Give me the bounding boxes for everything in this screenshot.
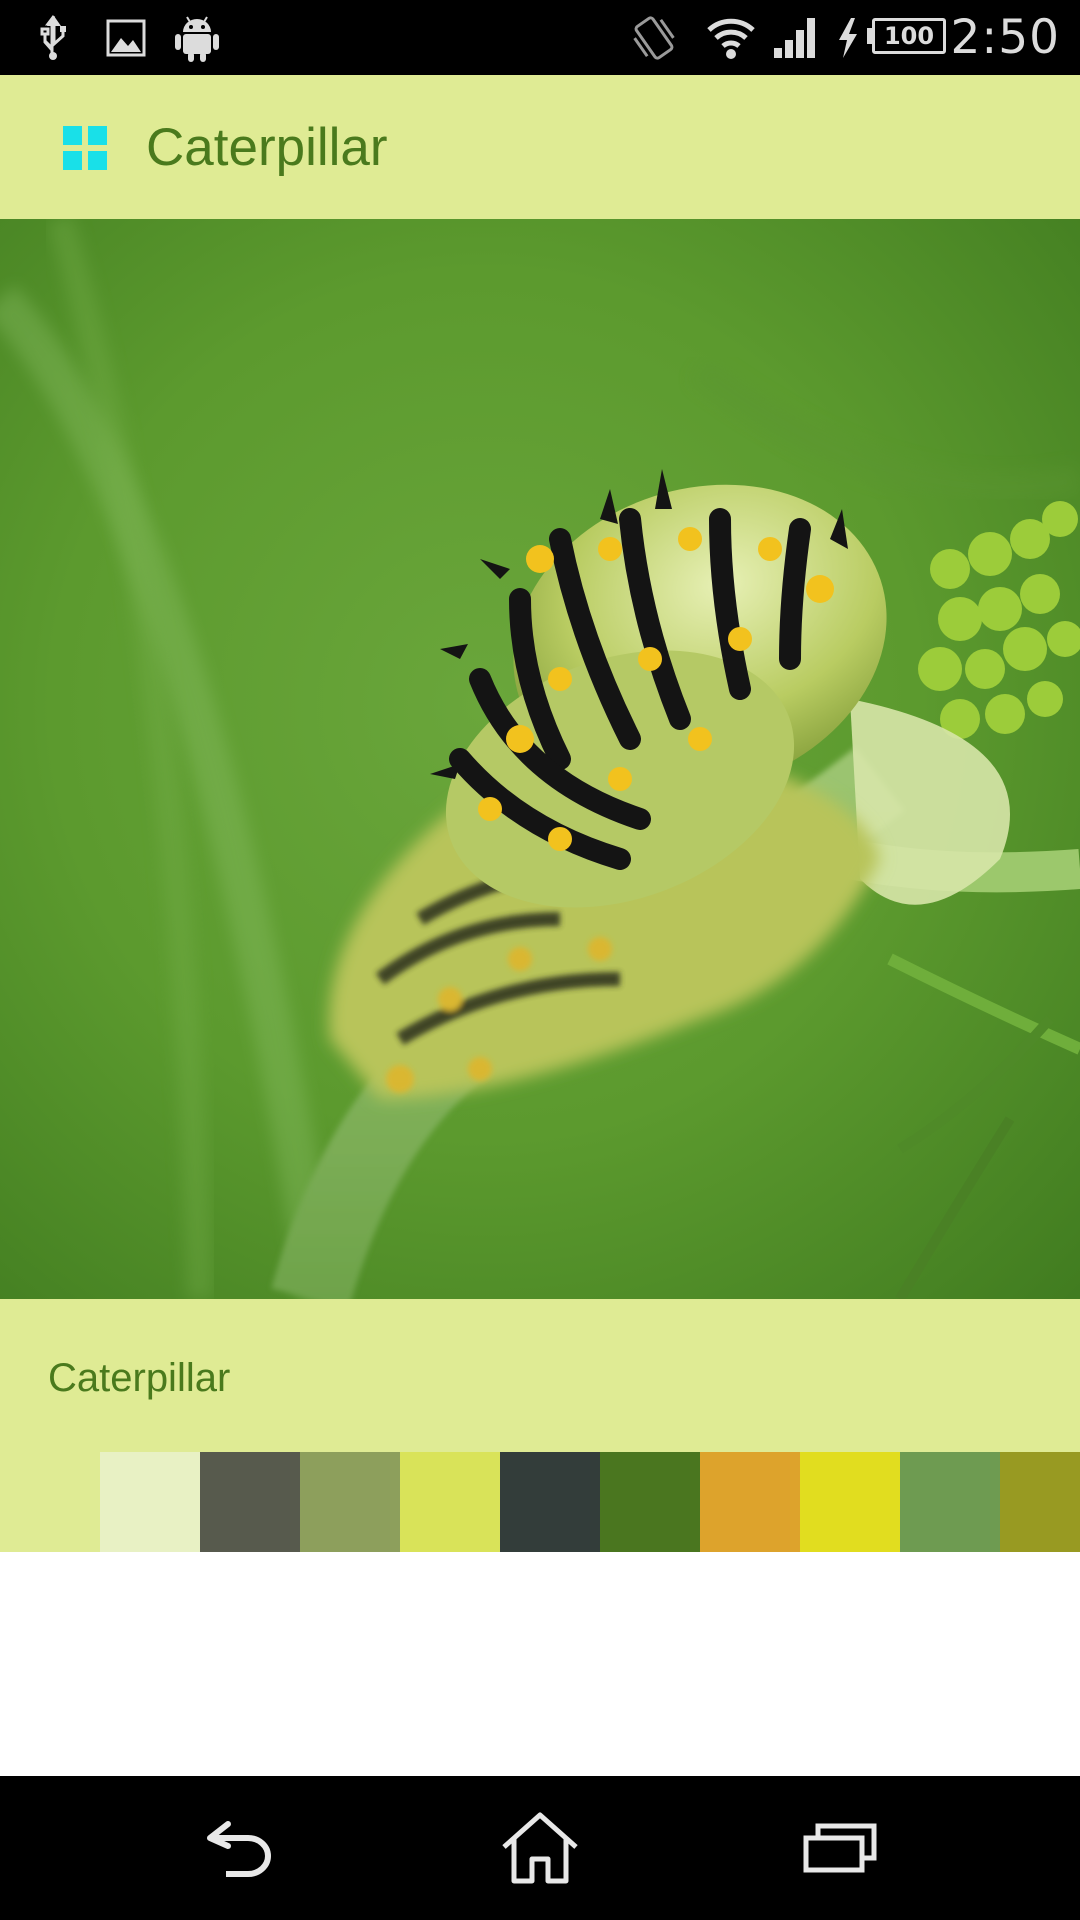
- caterpillar-photo: [0, 219, 1080, 1299]
- color-swatch[interactable]: [600, 1452, 700, 1552]
- grid-icon[interactable]: [63, 126, 107, 170]
- wifi-icon: [706, 0, 756, 75]
- color-swatch[interactable]: [700, 1452, 800, 1552]
- color-swatch[interactable]: [400, 1452, 500, 1552]
- color-swatch[interactable]: [100, 1452, 200, 1552]
- signal-icon: [770, 0, 822, 75]
- back-icon[interactable]: [160, 1776, 320, 1920]
- status-bar: 100 2:50: [0, 0, 1080, 75]
- color-swatch[interactable]: [500, 1452, 600, 1552]
- battery-icon: 100: [872, 18, 946, 54]
- home-icon[interactable]: [460, 1776, 620, 1920]
- vibrate-icon: [626, 0, 682, 75]
- info-panel: Caterpillar: [0, 1299, 1080, 1552]
- page-title: Caterpillar: [146, 118, 388, 177]
- charging-icon: [833, 0, 863, 75]
- color-palette: [100, 1452, 1080, 1552]
- image-icon: [104, 0, 148, 75]
- action-bar: Caterpillar: [0, 75, 1080, 219]
- color-swatch[interactable]: [800, 1452, 900, 1552]
- battery-level: 100: [883, 22, 935, 50]
- image-title: Caterpillar: [48, 1356, 231, 1400]
- android-icon: [174, 0, 220, 75]
- status-time: 2:50: [950, 10, 1060, 65]
- color-swatch[interactable]: [900, 1452, 1000, 1552]
- usb-icon: [34, 0, 74, 75]
- color-swatch[interactable]: [1000, 1452, 1080, 1552]
- recents-icon[interactable]: [760, 1776, 920, 1920]
- color-swatch[interactable]: [300, 1452, 400, 1552]
- color-swatch[interactable]: [200, 1452, 300, 1552]
- navigation-bar: [0, 1776, 1080, 1920]
